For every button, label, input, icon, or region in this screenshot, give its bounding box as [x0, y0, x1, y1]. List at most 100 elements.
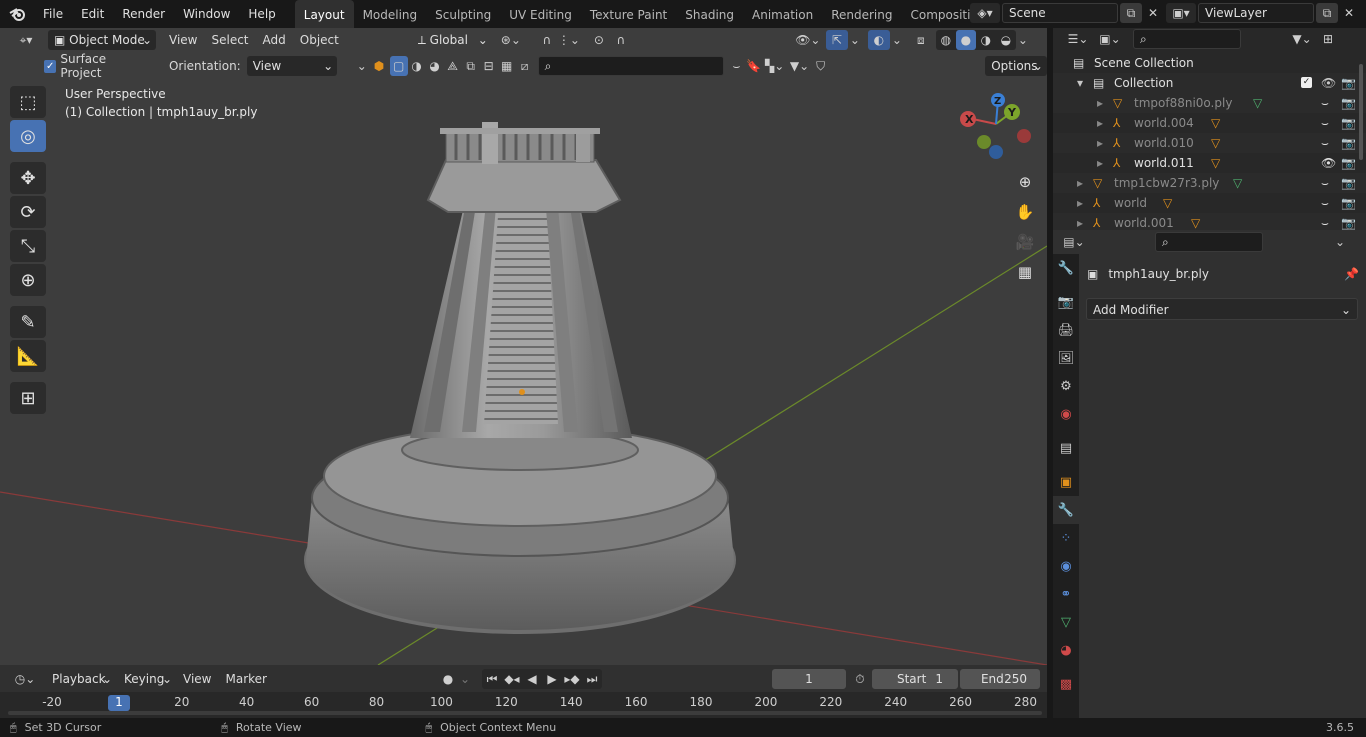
filter-icon[interactable]: ▼⌄ [787, 56, 812, 76]
blender-logo-icon[interactable] [0, 0, 34, 28]
eye-closed-icon[interactable]: ⌣ [1321, 93, 1329, 113]
next-keyframe-icon[interactable]: ▸◆ [562, 669, 582, 689]
eye-closed-icon[interactable]: ⌣ [1321, 213, 1329, 230]
eye-icon[interactable]: 👁 [1321, 73, 1336, 93]
menu-view[interactable]: View [162, 29, 204, 51]
menu-object[interactable]: Object [293, 29, 346, 51]
stopwatch-icon[interactable]: ⏱ [850, 669, 870, 689]
outliner-scrollbar[interactable] [1359, 64, 1363, 160]
filter-icon[interactable]: ▼⌄ [1287, 29, 1317, 49]
editor-type-icon[interactable]: ☰⌄ [1063, 29, 1093, 49]
layout-icon[interactable]: ▚⌄ [762, 56, 787, 76]
menu-render[interactable]: Render [113, 0, 174, 28]
camera-icon[interactable]: 📷 [1341, 113, 1356, 133]
menu-view[interactable]: View [176, 668, 218, 690]
new-scene-icon[interactable]: ⧉ [1120, 3, 1142, 23]
delete-view-layer-icon[interactable]: ✕ [1338, 3, 1360, 23]
mesh-data-icon[interactable]: ▽ [1211, 113, 1220, 133]
camera-icon[interactable]: 📷 [1341, 93, 1356, 113]
scene-icon[interactable]: ⚙ [1053, 372, 1079, 400]
scene-browse-icon[interactable]: ◈▾ [970, 3, 1000, 23]
tab-uv-editing[interactable]: UV Editing [500, 0, 581, 28]
menu-file[interactable]: File [34, 0, 72, 28]
mesh-data-icon[interactable]: ▽ [1253, 93, 1262, 113]
checkbox-checked-icon[interactable]: ✓ [44, 59, 57, 73]
start-frame-field[interactable]: Start 1 [871, 669, 958, 689]
timeline-ruler[interactable]: -20 1 20 40 60 80 100 120 140 160 180 200 220 240 260 2… [0, 692, 1047, 718]
tab-shading[interactable]: Shading [676, 0, 743, 28]
snap-magnet-icon[interactable]: ∩ [536, 30, 558, 50]
collection-icon[interactable]: ▤ [1053, 434, 1079, 462]
brush-settings-icon[interactable]: ⧄ [516, 56, 534, 76]
surface-project-toggle[interactable]: ✓ Surface Project [44, 52, 147, 80]
tab-texture-paint[interactable]: Texture Paint [581, 0, 676, 28]
proportional-edit-icon[interactable]: ⊙ [588, 30, 610, 50]
mesh-data-icon[interactable]: ▽ [1211, 153, 1220, 173]
list-item[interactable]: ▸ ▽ tmp1cbw27r3.ply ▽ ⌣ 📷 [1053, 173, 1366, 193]
falloff-curve-icon[interactable]: ∩ [610, 30, 632, 50]
chevron-right-icon[interactable]: ▸ [1097, 153, 1103, 173]
mesh-data-icon[interactable]: ▽ [1191, 213, 1200, 230]
chevron-down-icon[interactable]: ▾ [1077, 73, 1083, 93]
play-icon[interactable]: ▶ [542, 669, 562, 689]
chevron-down-icon[interactable]: ⌄ [1016, 30, 1030, 50]
menu-add[interactable]: Add [256, 29, 293, 51]
snap-increment-icon[interactable]: ▦ [498, 56, 516, 76]
new-view-layer-icon[interactable]: ⧉ [1316, 3, 1338, 23]
camera-icon[interactable]: 📷 [1341, 173, 1356, 193]
tab-layout[interactable]: Layout [294, 0, 354, 28]
solid-shading-icon[interactable]: ● [955, 30, 976, 50]
list-item[interactable]: ▸ ⅄ world.011 ▽ 👁 📷 [1053, 153, 1366, 173]
constraints-icon[interactable]: ⚭ [1053, 580, 1079, 608]
record-icon[interactable]: ● [438, 669, 458, 689]
checkbox-checked-icon[interactable]: ✓ [1301, 77, 1312, 88]
cursor-icon[interactable]: ◎ [10, 120, 46, 152]
camera-icon[interactable]: 📷 [1341, 193, 1356, 213]
new-collection-icon[interactable]: ⊞ [1317, 29, 1339, 49]
eye-closed-icon[interactable]: ⌣ [1321, 193, 1329, 213]
snap-face-icon[interactable]: ▢ [389, 56, 408, 76]
annotate-icon[interactable]: ✎ [10, 306, 46, 338]
jump-end-icon[interactable]: ⏭ [582, 669, 602, 689]
list-item[interactable]: ▸ ⅄ world.001 ▽ ⌣ 📷 [1053, 213, 1366, 230]
list-item[interactable]: ▸ ▽ tmpof88ni0o.ply ▽ ⌣ 📷 [1053, 93, 1366, 113]
physics-icon[interactable]: ◉ [1053, 552, 1079, 580]
chevron-down-icon[interactable]: ⌄ [458, 669, 472, 689]
world-icon[interactable]: ◉ [1053, 400, 1079, 428]
rendered-shading-icon[interactable]: ◒ [996, 30, 1016, 50]
list-item[interactable]: ▸ ⅄ world.004 ▽ ⌣ 📷 [1053, 113, 1366, 133]
3d-viewport[interactable]: ⌖▾ ▣ Object Mode ⌄ View Select Add Object… [0, 28, 1047, 665]
select-box-icon[interactable]: ⬚ [10, 86, 46, 118]
viewport-search-input[interactable]: ⌕ [537, 56, 724, 76]
play-reverse-icon[interactable]: ◀ [522, 669, 542, 689]
camera-view-icon[interactable]: 🎥 [1012, 229, 1038, 255]
tab-animation[interactable]: Animation [743, 0, 822, 28]
transform-icon[interactable]: ⊕ [10, 264, 46, 296]
navigation-gizmo[interactable]: X Y Z [954, 90, 1034, 170]
eye-closed-icon[interactable]: ⌣ [1321, 113, 1329, 133]
menu-help[interactable]: Help [239, 0, 284, 28]
view-layer-icon[interactable]: 🖼 [1053, 344, 1079, 372]
editor-type-icon[interactable]: ◷⌄ [10, 669, 40, 689]
orientation-dropdown[interactable]: View ⌄ [246, 56, 338, 76]
outliner-search-input[interactable]: ⌕ [1133, 29, 1241, 49]
snap-volume-icon[interactable]: ◕ [426, 56, 444, 76]
view-layer-name-field[interactable]: ViewLayer [1198, 3, 1314, 23]
tool-icon[interactable]: 🔧 [1053, 254, 1079, 282]
add-cube-icon[interactable]: ⊞ [10, 382, 46, 414]
render-icon[interactable]: 📷 [1053, 288, 1079, 316]
snap-edge-icon[interactable]: ⟁ [444, 56, 462, 76]
material-shading-icon[interactable]: ◑ [976, 30, 996, 50]
move-icon[interactable]: ✥ [10, 162, 46, 194]
eye-closed-icon[interactable]: ⌣ [1321, 173, 1329, 193]
perspective-grid-icon[interactable]: ▦ [1012, 259, 1038, 285]
pan-hand-icon[interactable]: ✋ [1012, 199, 1038, 225]
delete-scene-icon[interactable]: ✕ [1142, 3, 1164, 23]
mesh-data-icon[interactable]: ▽ [1163, 193, 1172, 213]
menu-edit[interactable]: Edit [72, 0, 113, 28]
scale-icon[interactable]: ⤡ [10, 230, 46, 262]
list-item[interactable]: ▸ ⅄ world ▽ ⌣ 📷 [1053, 193, 1366, 213]
chevron-down-icon[interactable]: ⌄ [353, 56, 370, 76]
material-icon[interactable]: ◕ [1053, 636, 1079, 664]
current-frame-field[interactable]: 1 [771, 669, 846, 689]
